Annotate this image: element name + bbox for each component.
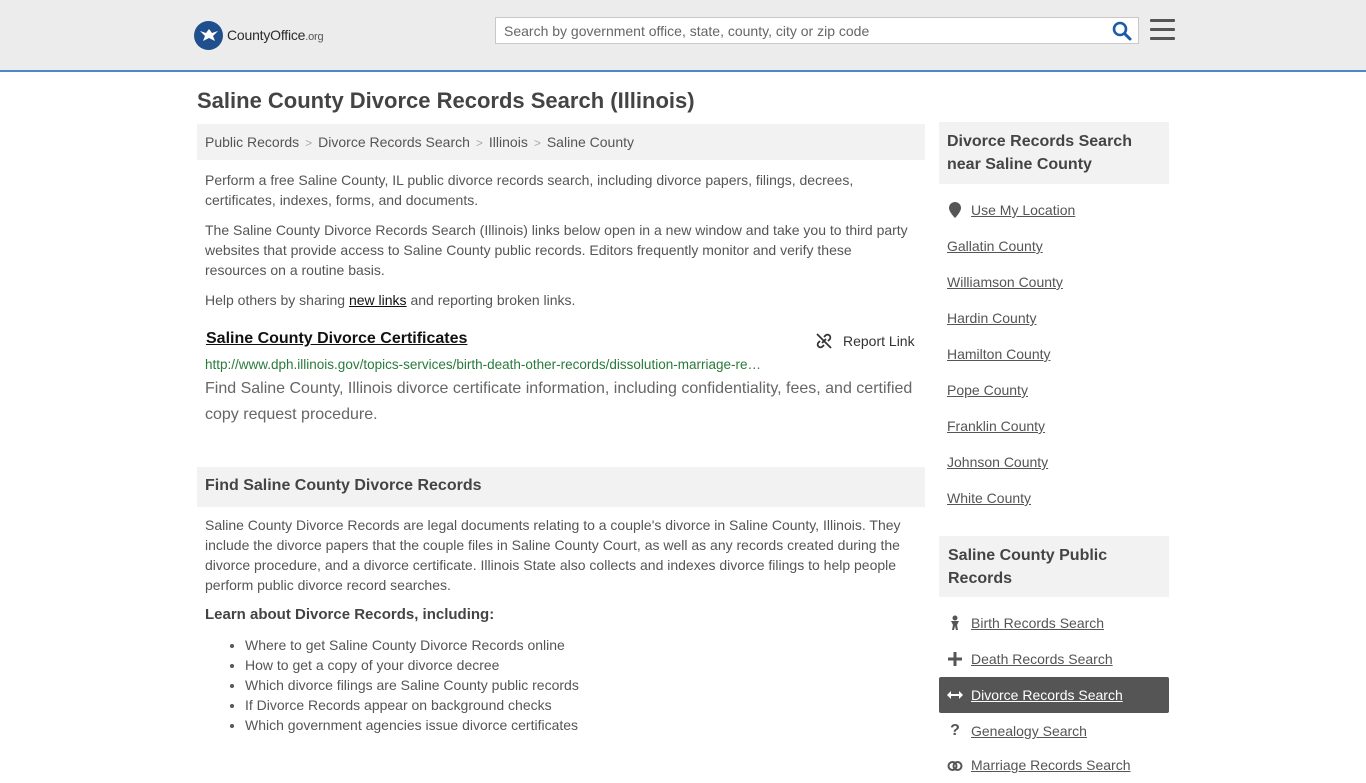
result-url: http://www.dph.illinois.gov/topics-servi… bbox=[205, 357, 761, 372]
find-records-paragraph: Saline County Divorce Records are legal … bbox=[205, 517, 901, 593]
list-item: Which divorce filings are Saline County … bbox=[245, 675, 579, 695]
find-records-heading: Find Saline County Divorce Records bbox=[197, 467, 925, 507]
arrows-horizontal-icon bbox=[947, 687, 963, 703]
county-link-williamson[interactable]: Williamson County bbox=[947, 274, 1063, 290]
baby-icon bbox=[947, 615, 963, 631]
intro-paragraph-2: The Saline County Divorce Records Search… bbox=[205, 222, 908, 278]
intro-paragraph-1: Perform a free Saline County, IL public … bbox=[205, 172, 854, 208]
hamburger-menu-icon[interactable] bbox=[1150, 19, 1175, 41]
list-item: If Divorce Records appear on background … bbox=[245, 695, 579, 715]
report-link-button[interactable]: Report Link bbox=[815, 332, 915, 350]
broken-link-icon bbox=[816, 333, 832, 349]
page-title: Saline County Divorce Records Search (Il… bbox=[197, 88, 695, 113]
logo-text: CountyOffice.org bbox=[227, 27, 324, 43]
breadcrumb: Public Records > Divorce Records Search > Il… bbox=[197, 124, 925, 160]
result-title-link[interactable]: Saline County Divorce Certificates bbox=[206, 330, 467, 348]
nearby-heading: Divorce Records Search near Saline Count… bbox=[939, 122, 1169, 184]
breadcrumb-divorce-records[interactable]: Divorce Records Search bbox=[318, 134, 470, 150]
county-link-gallatin[interactable]: Gallatin County bbox=[947, 238, 1043, 254]
site-header: CountyOffice.org bbox=[0, 0, 1366, 72]
list-item: How to get a copy of your divorce decree bbox=[245, 655, 579, 675]
county-link-hardin[interactable]: Hardin County bbox=[947, 310, 1037, 326]
list-item: Which government agencies issue divorce … bbox=[245, 715, 579, 735]
learn-list: Where to get Saline County Divorce Recor… bbox=[205, 635, 579, 735]
report-link-label: Report Link bbox=[843, 333, 915, 349]
breadcrumb-public-records[interactable]: Public Records bbox=[205, 134, 299, 150]
learn-heading: Learn about Divorce Records, including: bbox=[205, 606, 495, 623]
map-pin-icon bbox=[947, 202, 963, 218]
question-icon: ? bbox=[950, 722, 960, 739]
chevron-right-icon: > bbox=[305, 136, 313, 150]
sidebar-item-birth-records[interactable]: Birth Records Search bbox=[939, 605, 1169, 641]
breadcrumb-current: Saline County bbox=[546, 134, 635, 150]
county-link-pope[interactable]: Pope County bbox=[947, 382, 1028, 398]
sidebar-item-genealogy[interactable]: ? Genealogy Search bbox=[939, 713, 1169, 749]
sidebar-item-death-records[interactable]: Death Records Search bbox=[939, 641, 1169, 677]
county-link-johnson[interactable]: Johnson County bbox=[947, 454, 1048, 470]
county-link-franklin[interactable]: Franklin County bbox=[947, 418, 1045, 434]
sidebar-item-divorce-records[interactable]: Divorce Records Search bbox=[939, 677, 1169, 713]
breadcrumb-illinois[interactable]: Illinois bbox=[489, 134, 528, 150]
sidebar-item-marriage-records[interactable]: Marriage Records Search bbox=[939, 747, 1169, 783]
county-link-white[interactable]: White County bbox=[947, 490, 1031, 506]
search-icon[interactable] bbox=[1112, 21, 1132, 41]
result-description: Find Saline County, Illinois divorce cer… bbox=[205, 380, 913, 423]
site-logo[interactable]: CountyOffice.org bbox=[194, 20, 324, 50]
new-links-link[interactable]: new links bbox=[349, 292, 407, 308]
chevron-right-icon: > bbox=[533, 136, 541, 150]
search-bar bbox=[495, 17, 1139, 44]
chevron-right-icon: > bbox=[475, 136, 483, 150]
public-records-heading: Saline County Public Records bbox=[939, 536, 1169, 597]
eagle-logo-icon bbox=[194, 20, 223, 50]
intro-paragraph-3: Help others by sharing new links and rep… bbox=[205, 292, 576, 308]
list-item: Where to get Saline County Divorce Recor… bbox=[245, 635, 579, 655]
rings-icon bbox=[947, 757, 963, 773]
search-input[interactable] bbox=[496, 18, 1104, 43]
county-link-hamilton[interactable]: Hamilton County bbox=[947, 346, 1051, 362]
use-my-location-link[interactable]: Use My Location bbox=[939, 192, 1169, 228]
cross-icon bbox=[947, 651, 963, 667]
